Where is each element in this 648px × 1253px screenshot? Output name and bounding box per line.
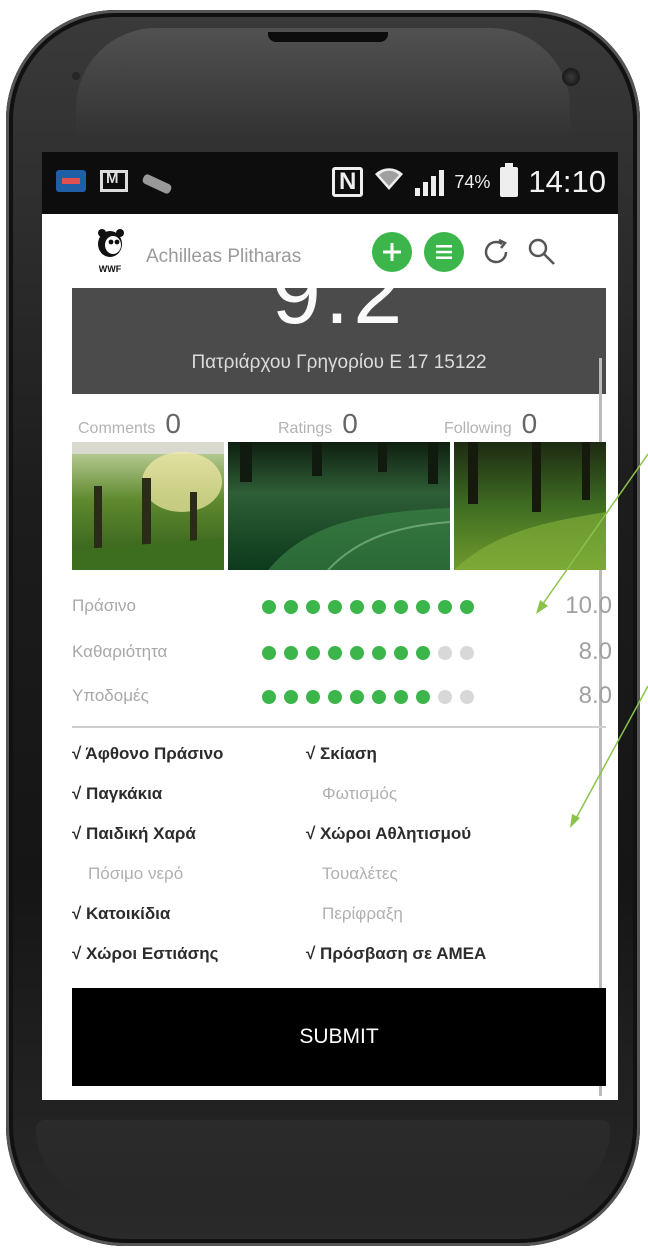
annotation-arrowhead (570, 814, 580, 828)
annotation-arrow (573, 685, 648, 823)
annotation-arrows (536, 453, 648, 828)
annotation-arrow (539, 453, 648, 609)
annotation-arrowhead (536, 600, 548, 614)
